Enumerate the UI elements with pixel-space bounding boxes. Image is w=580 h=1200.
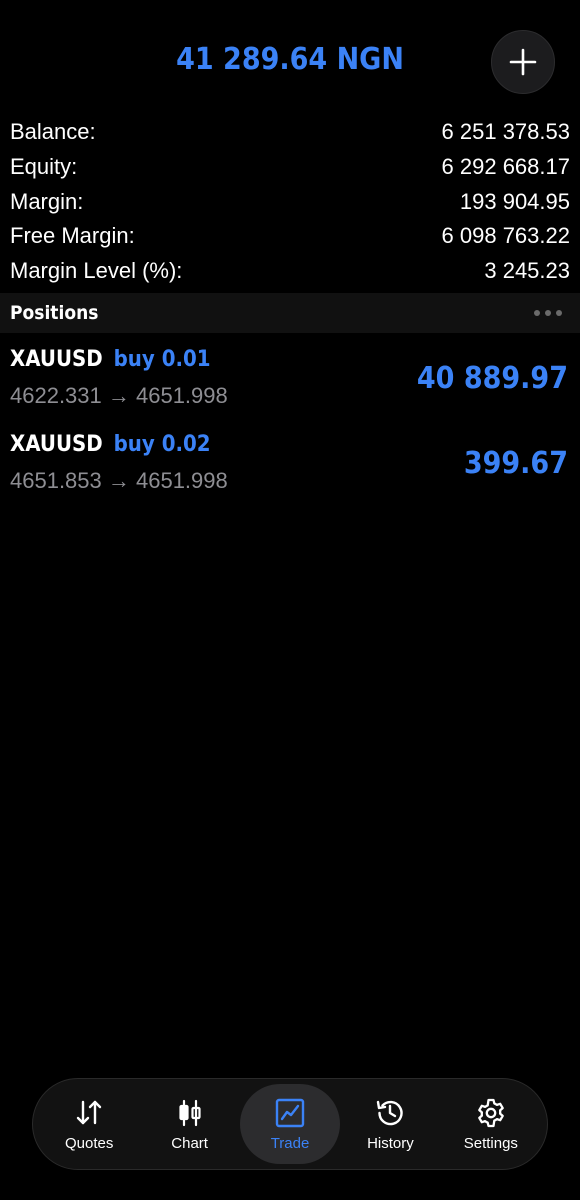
tab-history[interactable]: History <box>340 1084 440 1164</box>
position-prices: 4651.853 → 4651.998 <box>10 468 228 493</box>
summary-value: 193 904.95 <box>459 188 570 214</box>
summary-label: Equity: <box>10 154 78 180</box>
tab-trade[interactable]: Trade <box>239 1084 341 1164</box>
tab-label: Settings <box>463 1134 518 1152</box>
position-row[interactable]: XAUUSD buy 0.02 4651.853 → 4651.998 399.… <box>0 420 580 504</box>
tab-chart[interactable]: Chart <box>139 1084 239 1164</box>
account-summary: Balance: 6 251 378.53 Equity: 6 292 668.… <box>0 115 580 288</box>
position-title: XAUUSD buy 0.02 <box>10 432 211 457</box>
plus-icon <box>509 48 537 76</box>
more-options-icon[interactable] <box>534 310 570 316</box>
position-type: buy 0.02 <box>113 432 211 457</box>
trade-chart-icon <box>274 1097 306 1129</box>
summary-row-margin: Margin: 193 904.95 <box>0 184 580 219</box>
positions-title: Positions <box>10 302 99 324</box>
position-profit: 399.67 <box>463 446 568 481</box>
summary-row-margin-level: Margin Level (%): 3 245.23 <box>0 254 580 289</box>
tab-label: Quotes <box>65 1134 114 1152</box>
summary-label: Margin: <box>10 188 84 214</box>
summary-value: 3 245.23 <box>484 258 570 284</box>
summary-label: Balance: <box>10 119 96 145</box>
position-symbol: XAUUSD <box>10 432 103 457</box>
tab-label: History <box>367 1134 414 1152</box>
positions-section-header: Positions <box>0 293 580 333</box>
position-symbol: XAUUSD <box>10 347 103 372</box>
gear-icon <box>475 1097 507 1129</box>
header: 41 289.64 NGN <box>0 0 580 112</box>
candlestick-icon <box>174 1097 206 1129</box>
tab-label: Chart <box>171 1134 208 1152</box>
position-prices: 4622.331 → 4651.998 <box>10 383 228 408</box>
add-order-button[interactable] <box>491 30 555 94</box>
tab-label: Trade <box>270 1134 310 1152</box>
summary-value: 6 292 668.17 <box>441 154 570 180</box>
summary-value: 6 098 763.22 <box>441 223 570 249</box>
position-profit: 40 889.97 <box>416 361 568 396</box>
tab-quotes[interactable]: Quotes <box>39 1084 139 1164</box>
quotes-arrows-icon <box>73 1097 105 1129</box>
summary-row-balance: Balance: 6 251 378.53 <box>0 115 580 150</box>
history-clock-icon <box>374 1097 406 1129</box>
summary-row-equity: Equity: 6 292 668.17 <box>0 150 580 185</box>
summary-label: Margin Level (%): <box>10 258 183 284</box>
bottom-tab-bar: Quotes Chart Trade History Settings <box>32 1078 548 1170</box>
position-title: XAUUSD buy 0.01 <box>10 347 211 372</box>
position-type: buy 0.01 <box>113 347 211 372</box>
summary-value: 6 251 378.53 <box>441 119 570 145</box>
summary-row-free-margin: Free Margin: 6 098 763.22 <box>0 219 580 254</box>
tab-settings[interactable]: Settings <box>441 1084 541 1164</box>
trade-screen: 41 289.64 NGN Balance: 6 251 378.53 Equi… <box>0 0 580 1200</box>
position-row[interactable]: XAUUSD buy 0.01 4622.331 → 4651.998 40 8… <box>0 335 580 419</box>
summary-label: Free Margin: <box>10 223 135 249</box>
